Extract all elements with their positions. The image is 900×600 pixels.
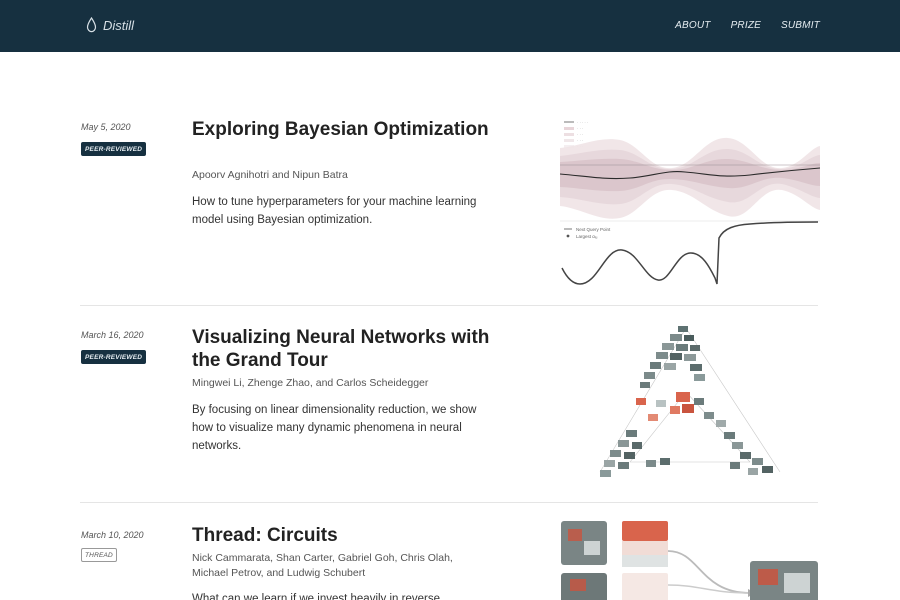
grand-tour-thumbnail[interactable] [590, 322, 790, 482]
svg-text:· · ·: · · · [577, 138, 583, 143]
article-title[interactable]: Visualizing Neural Networks with the Gra… [192, 326, 492, 372]
droplet-icon [86, 17, 97, 33]
top-navbar: Distill ABOUT PRIZE SUBMIT [0, 0, 900, 52]
svg-text:· · ·: · · · [577, 132, 583, 137]
article-date: March 10, 2020 [81, 530, 144, 540]
article-authors: Apoorv Agnihotri and Nipun Batra [192, 169, 348, 181]
article-description: What can we learn if we invest heavily i… [192, 593, 440, 600]
connection-line [667, 550, 751, 594]
article-divider [80, 502, 818, 503]
article-date: May 5, 2020 [81, 122, 131, 132]
svg-text:Largest αᵢᵤ: Largest αᵢᵤ [576, 234, 598, 239]
nav-about-link[interactable]: ABOUT [675, 20, 710, 31]
article-card[interactable]: March 10, 2020 THREAD Thread: Circuits N… [80, 521, 820, 600]
article-title[interactable]: Thread: Circuits [192, 524, 492, 547]
circuits-thumbnail[interactable] [560, 521, 820, 600]
article-card[interactable]: May 5, 2020 PEER-REVIEWED Exploring Baye… [80, 118, 820, 298]
svg-text:Next Query Point: Next Query Point [576, 227, 611, 232]
image-cluster-bottom-right [724, 432, 773, 475]
main-nav: ABOUT PRIZE SUBMIT [675, 20, 820, 31]
svg-text:· · · · ·: · · · · · [577, 120, 588, 125]
image-cluster-top [640, 326, 705, 388]
peer-reviewed-badge: PEER-REVIEWED [81, 142, 147, 156]
site-logo[interactable]: Distill [86, 17, 134, 33]
article-title[interactable]: Exploring Bayesian Optimization [192, 118, 492, 141]
nav-submit-link[interactable]: SUBMIT [781, 20, 820, 31]
svg-text:· · ·: · · · [577, 126, 583, 131]
peer-reviewed-badge: PEER-REVIEWED [81, 350, 147, 364]
article-description: How to tune hyperparameters for your mac… [192, 196, 477, 226]
nav-prize-link[interactable]: PRIZE [731, 20, 761, 31]
thread-badge: THREAD [81, 548, 117, 562]
image-cluster-center [636, 392, 726, 427]
article-description: By focusing on linear dimensionality red… [192, 404, 477, 452]
article-card[interactable]: March 16, 2020 PEER-REVIEWED Visualizing… [80, 326, 820, 496]
image-cluster-bottom-left [600, 430, 670, 477]
article-authors: Mingwei Li, Zhenge Zhao, and Carlos Sche… [192, 377, 429, 389]
article-authors: Nick Cammarata, Shan Carter, Gabriel Goh… [192, 552, 453, 579]
logo-text: Distill [103, 17, 135, 33]
bayesian-optimization-thumbnail[interactable]: · · · · ·· · ·· · ·· · ·· · · Next Query… [560, 118, 820, 290]
article-date: March 16, 2020 [81, 330, 144, 340]
article-divider [80, 305, 818, 306]
